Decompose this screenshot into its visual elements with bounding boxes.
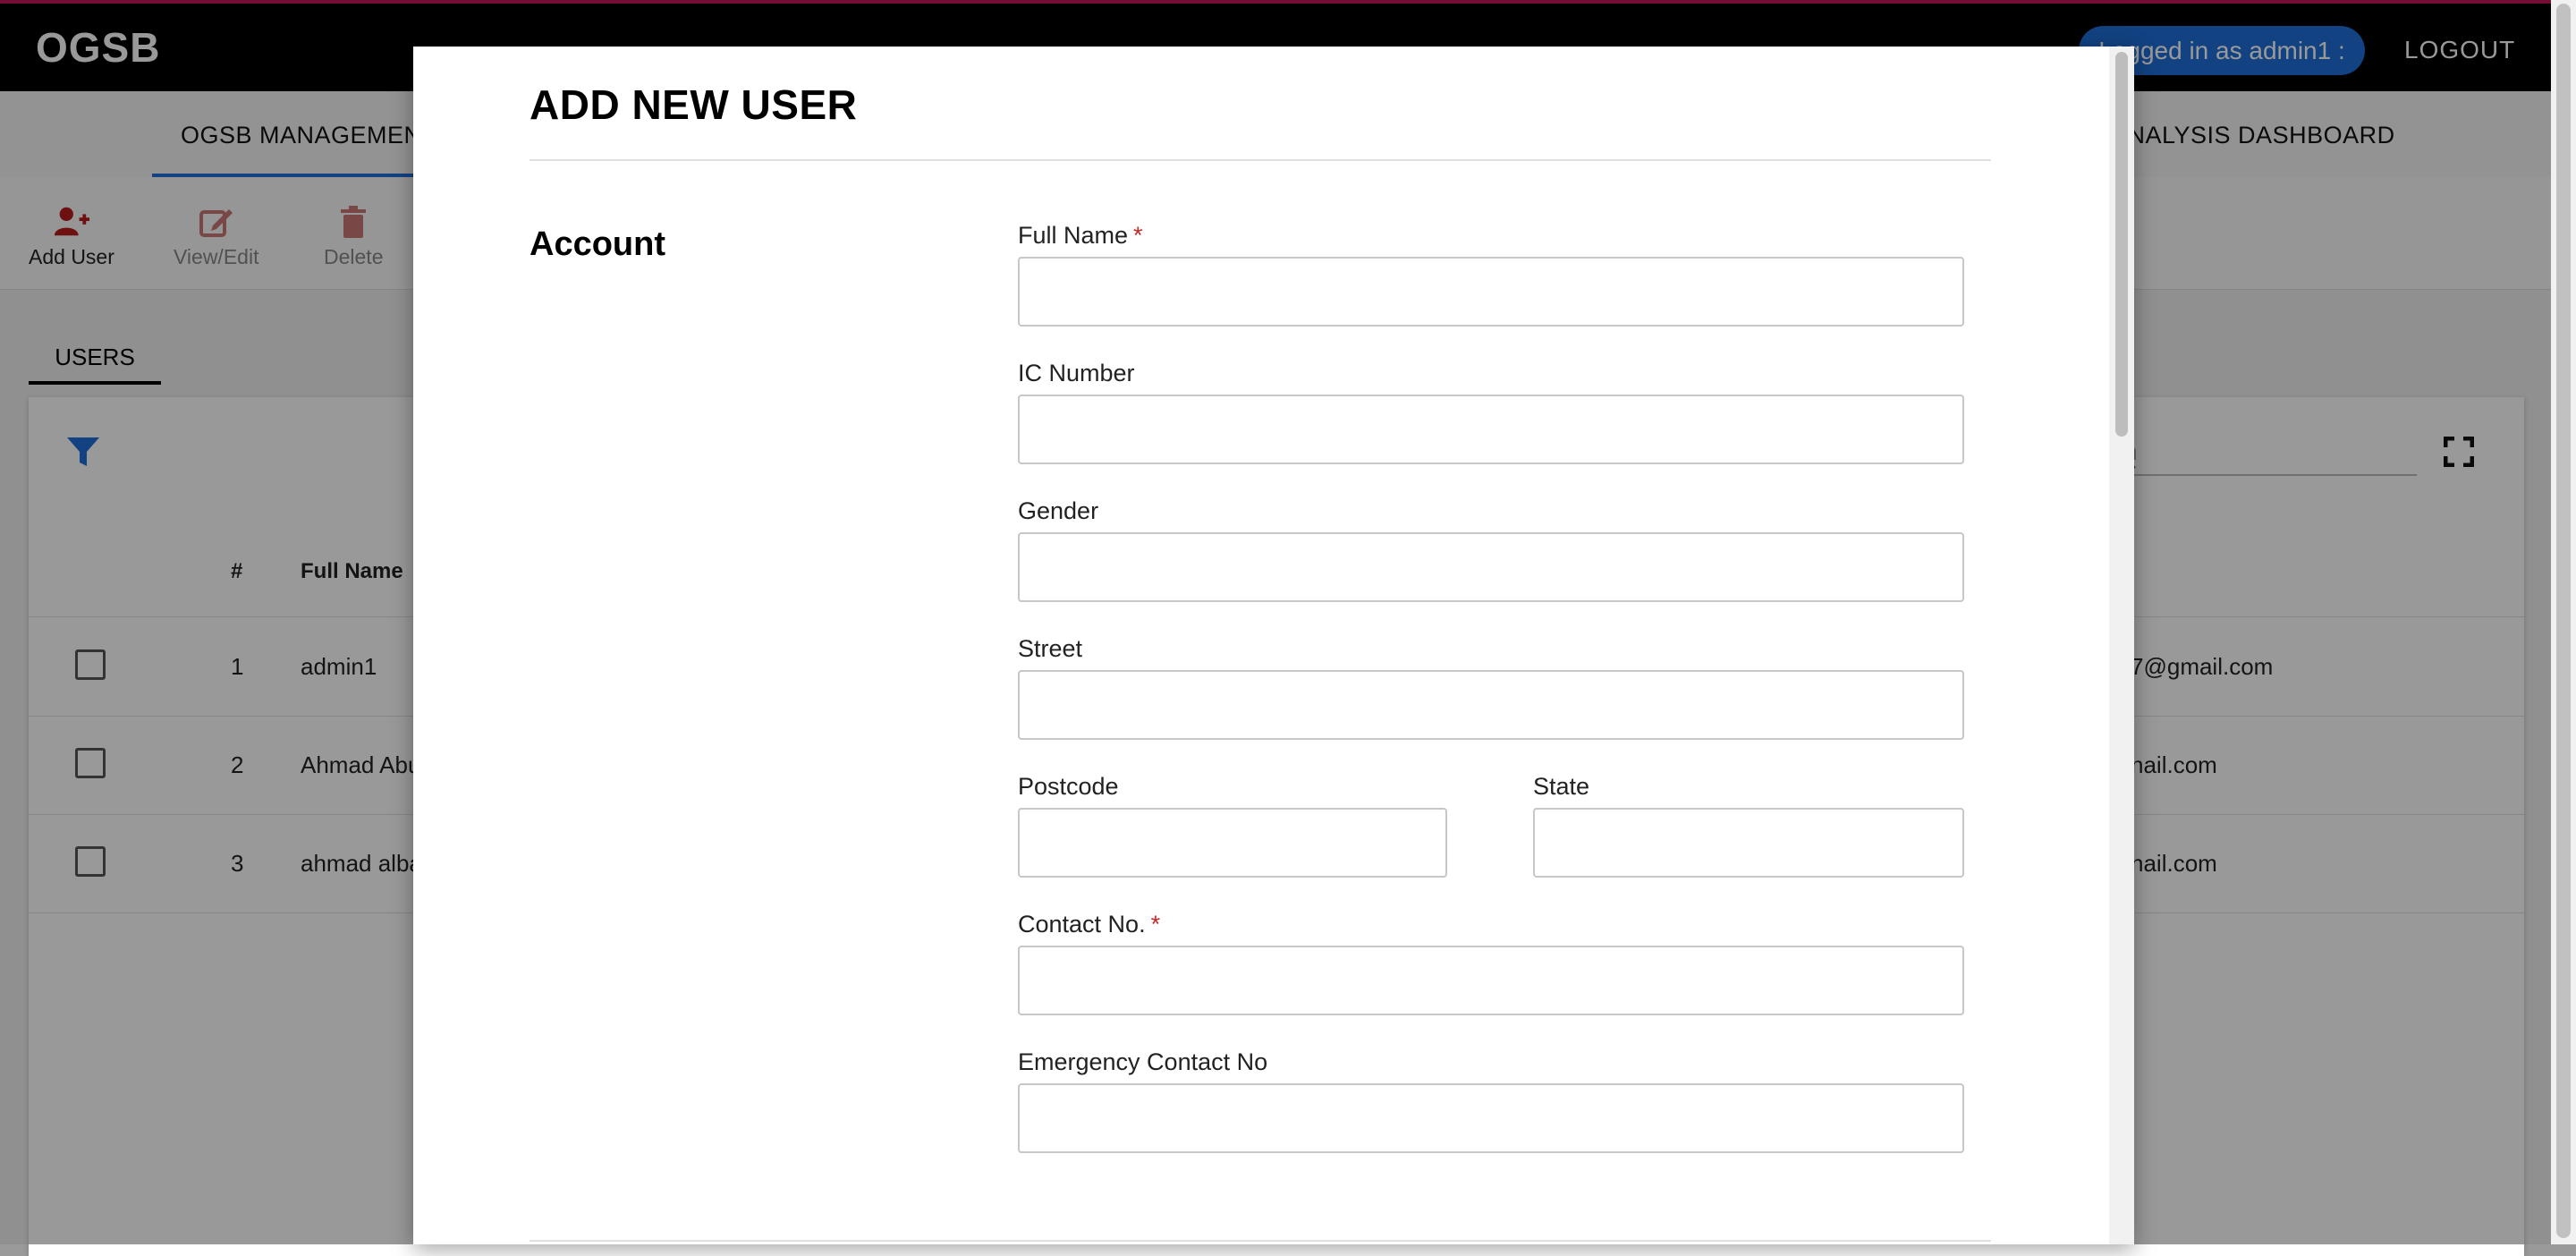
required-marker: * bbox=[1150, 911, 1161, 938]
state-input[interactable] bbox=[1533, 808, 1964, 878]
gender-label: Gender bbox=[1018, 497, 1099, 524]
ic-number-input[interactable] bbox=[1018, 395, 1964, 464]
full-name-label-text: Full Name bbox=[1018, 222, 1129, 249]
full-name-input[interactable] bbox=[1018, 257, 1964, 327]
dialog-scrollbar-thumb[interactable] bbox=[2115, 52, 2128, 437]
section-divider bbox=[530, 1240, 1991, 1242]
page-scrollbar[interactable] bbox=[2551, 0, 2576, 1244]
full-name-label: Full Name * bbox=[1018, 222, 1143, 250]
dialog-scrollbar[interactable] bbox=[2109, 47, 2134, 1244]
dialog-title: ADD NEW USER bbox=[530, 81, 858, 128]
section-title-account: Account bbox=[530, 225, 665, 263]
postcode-input[interactable] bbox=[1018, 808, 1447, 878]
emergency-contact-input[interactable] bbox=[1018, 1083, 1964, 1153]
title-divider bbox=[530, 159, 1991, 161]
required-marker: * bbox=[1133, 222, 1143, 249]
contact-no-input[interactable] bbox=[1018, 946, 1964, 1015]
page-scrollbar-thumb[interactable] bbox=[2556, 4, 2571, 1238]
ic-number-label: IC Number bbox=[1018, 360, 1135, 386]
contact-no-label-text: Contact No. bbox=[1018, 911, 1146, 938]
add-user-dialog: ADD NEW USER Account Full Name * IC Numbe… bbox=[413, 47, 2134, 1244]
street-label: Street bbox=[1018, 635, 1083, 662]
emergency-contact-label: Emergency Contact No bbox=[1018, 1048, 1268, 1075]
state-label: State bbox=[1533, 773, 1590, 800]
postcode-label: Postcode bbox=[1018, 773, 1119, 800]
gender-input[interactable] bbox=[1018, 532, 1964, 602]
contact-no-label: Contact No. * bbox=[1018, 911, 1160, 938]
street-input[interactable] bbox=[1018, 670, 1964, 740]
